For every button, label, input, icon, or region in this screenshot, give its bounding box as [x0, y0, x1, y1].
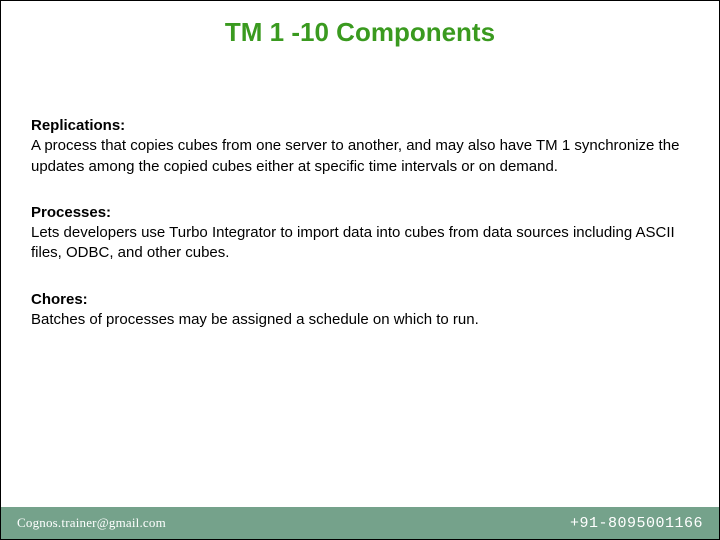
- slide: TM 1 -10 Components Replications: A proc…: [1, 1, 719, 539]
- section-body: Lets developers use Turbo Integrator to …: [31, 223, 689, 264]
- footer-bar: Cognos.trainer@gmail.com +91-8095001166: [1, 507, 719, 539]
- section-chores: Chores: Batches of processes may be assi…: [31, 290, 689, 331]
- footer-phone: +91-8095001166: [570, 515, 703, 532]
- footer-email: Cognos.trainer@gmail.com: [17, 515, 166, 531]
- page-title: TM 1 -10 Components: [1, 1, 719, 56]
- section-heading: Replications:: [31, 116, 689, 136]
- content-area: Replications: A process that copies cube…: [1, 56, 719, 356]
- section-body: Batches of processes may be assigned a s…: [31, 310, 689, 330]
- section-heading: Chores:: [31, 290, 689, 310]
- section-heading: Processes:: [31, 203, 689, 223]
- section-body: A process that copies cubes from one ser…: [31, 136, 689, 177]
- section-replications: Replications: A process that copies cube…: [31, 116, 689, 177]
- section-processes: Processes: Lets developers use Turbo Int…: [31, 203, 689, 264]
